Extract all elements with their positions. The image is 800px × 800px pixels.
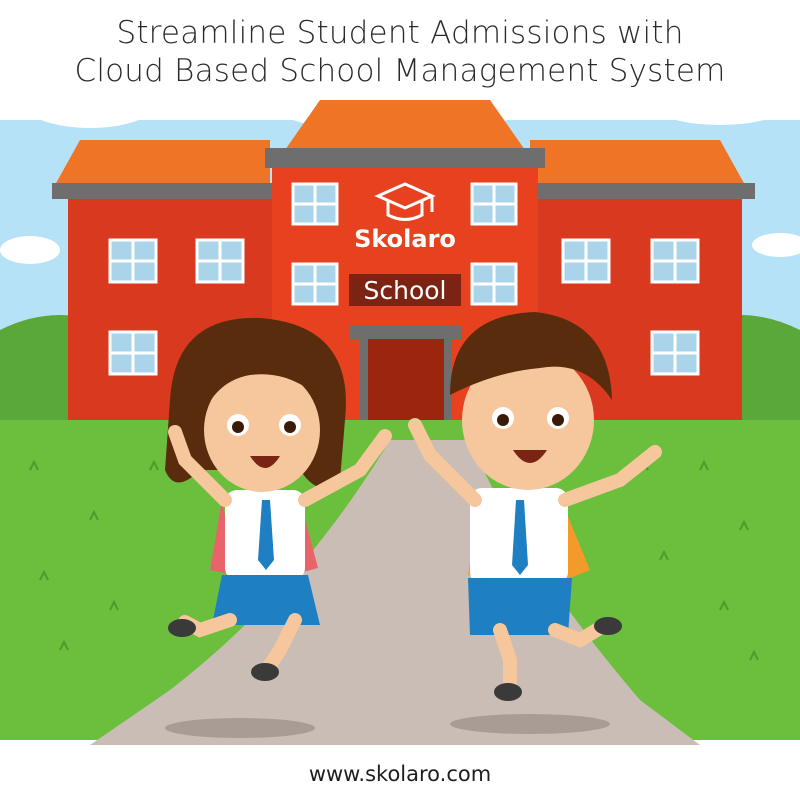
headline: Streamline Student Admissions with Cloud…: [0, 14, 800, 90]
footer-url[interactable]: www.skolaro.com: [0, 762, 800, 786]
brand-name: Skolaro: [354, 225, 456, 253]
school-sign: School: [349, 274, 461, 306]
school-illustration: [0, 0, 800, 800]
headline-line-2: Cloud Based School Management System: [74, 53, 726, 89]
headline-line-1: Streamline Student Admissions with: [116, 15, 684, 51]
